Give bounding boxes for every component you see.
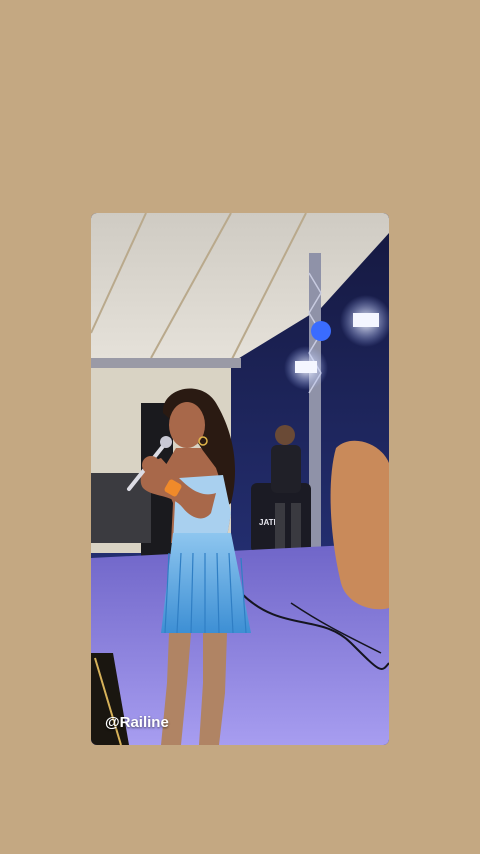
drummer-head bbox=[275, 425, 295, 445]
stage-photo: JATEK bbox=[91, 213, 389, 745]
drummer-body bbox=[271, 445, 301, 493]
mention-sticker[interactable]: @Railine bbox=[105, 714, 169, 731]
stage-light bbox=[311, 321, 331, 341]
stage-truss-top bbox=[91, 358, 241, 368]
story-media[interactable]: JATEK @Railine bbox=[91, 213, 389, 745]
mention-text[interactable]: @Railine bbox=[105, 714, 169, 731]
